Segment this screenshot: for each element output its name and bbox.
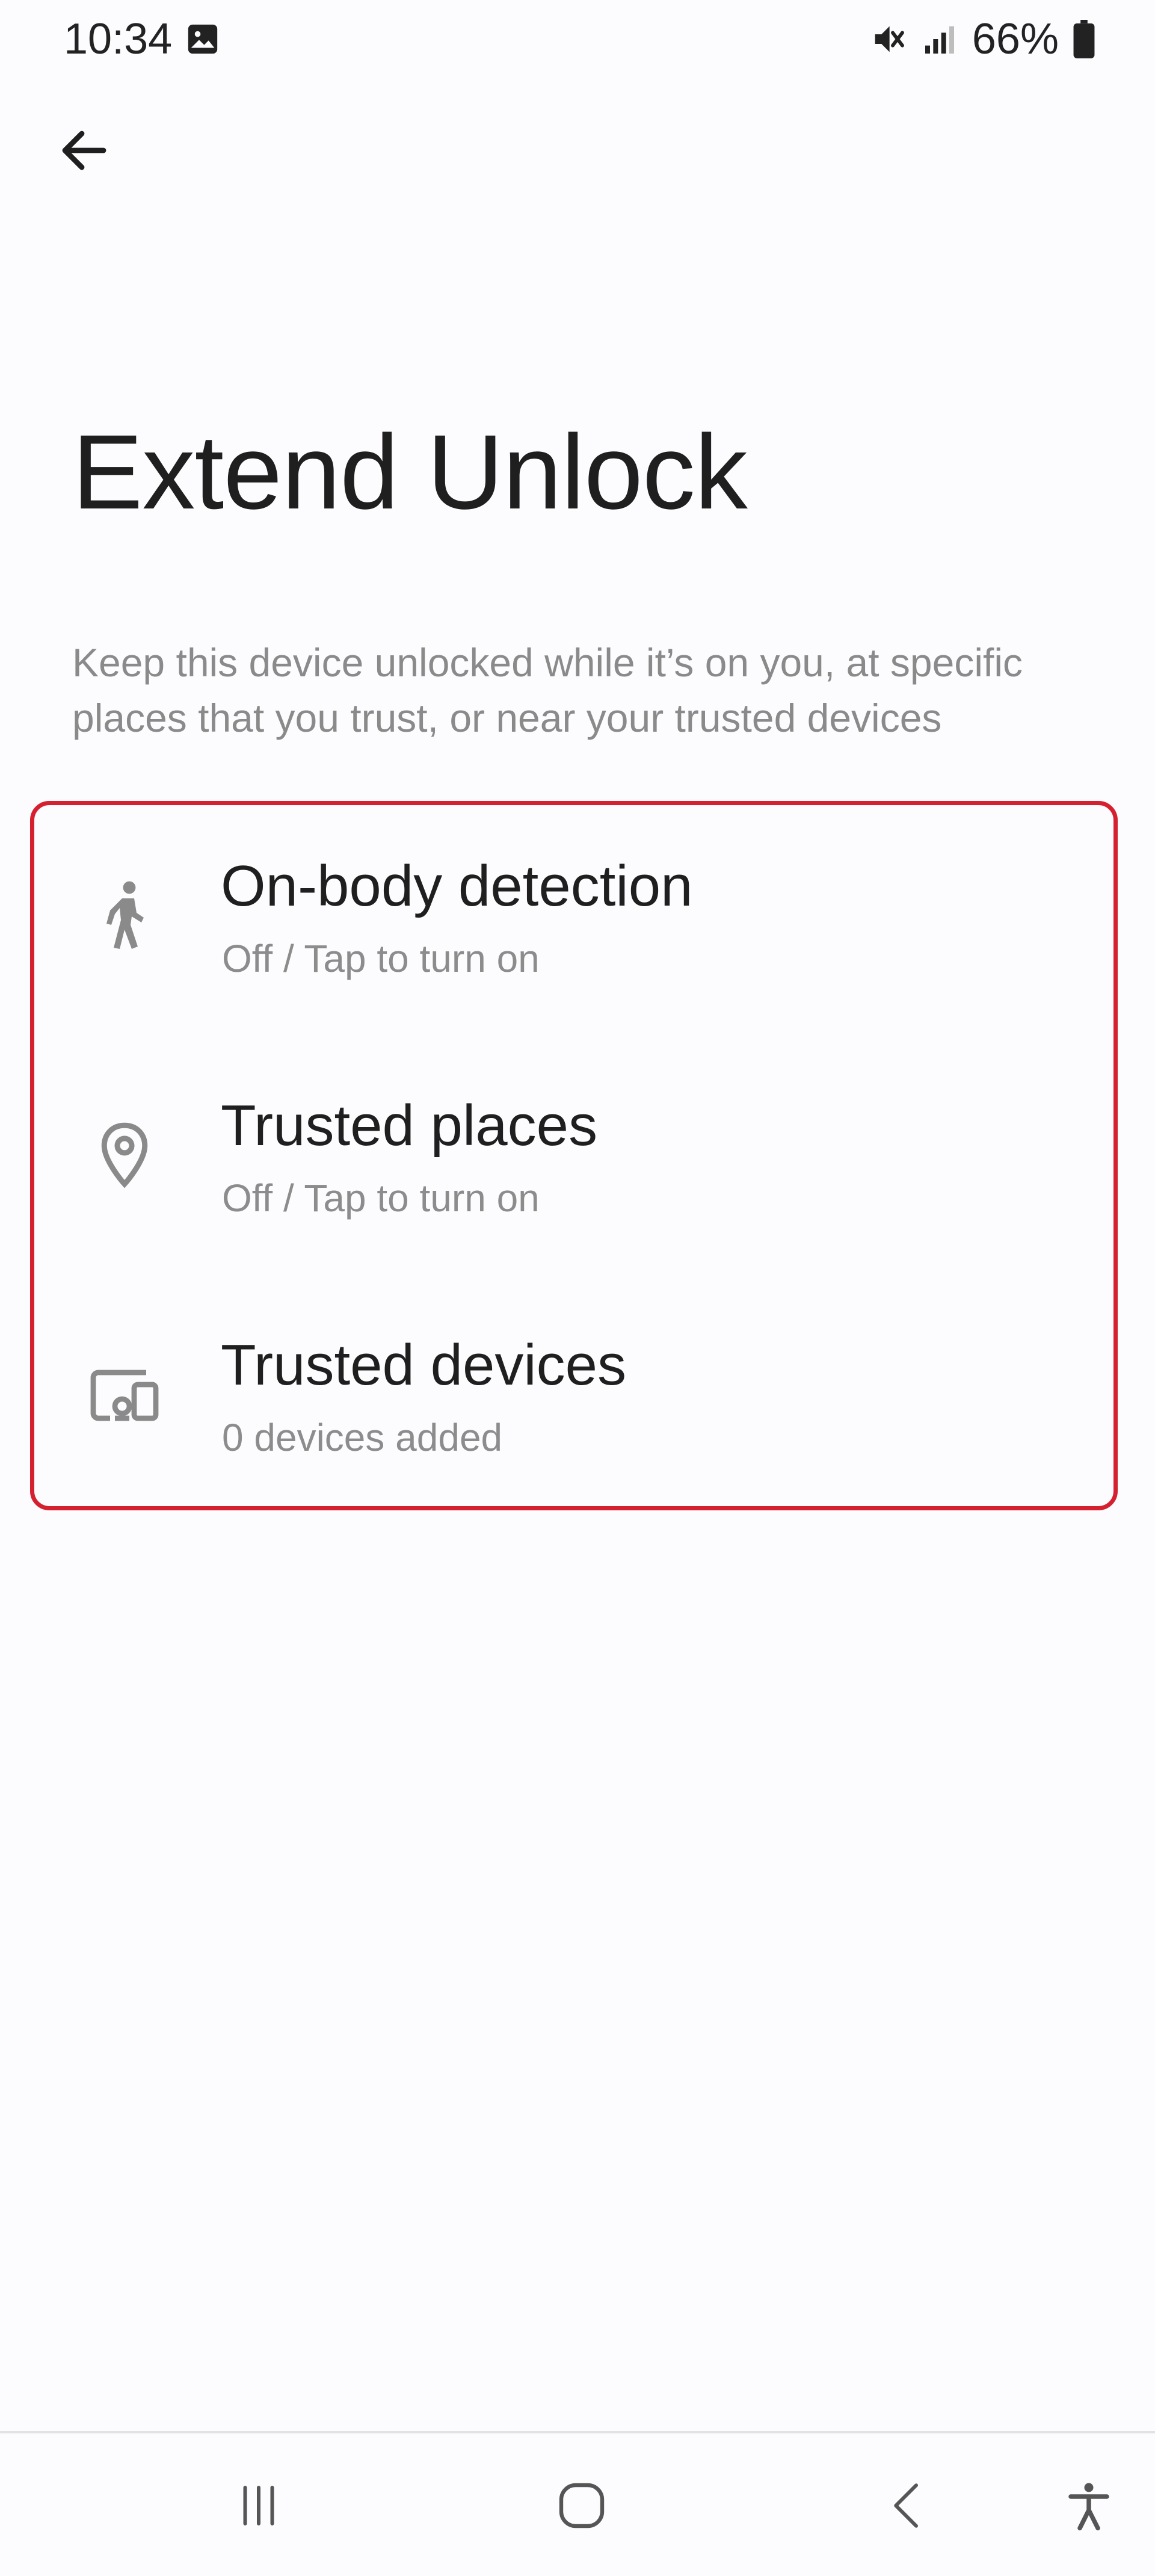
location-pin-icon xyxy=(88,1119,161,1191)
page-title: Extend Unlock xyxy=(72,413,748,531)
battery-percent: 66% xyxy=(972,15,1059,63)
nav-back-icon xyxy=(894,2483,918,2528)
nav-bar xyxy=(0,2433,1155,2576)
option-trusted-places[interactable]: Trusted places Off / Tap to turn on xyxy=(34,1045,1113,1279)
status-time: 10:34 xyxy=(64,15,173,63)
nav-back-button[interactable] xyxy=(853,2451,961,2560)
walking-person-icon xyxy=(88,879,161,951)
battery-icon xyxy=(1073,20,1095,58)
options-highlight-box: On-body detection Off / Tap to turn on T… xyxy=(30,801,1118,1510)
accessibility-icon xyxy=(1068,2483,1109,2531)
signal-bars-icon xyxy=(925,26,954,54)
option-title: Trusted devices xyxy=(221,1333,627,1397)
home-button[interactable] xyxy=(528,2451,636,2560)
arrow-back-icon xyxy=(62,131,106,170)
mute-icon xyxy=(875,26,904,52)
back-button[interactable] xyxy=(48,114,120,187)
status-right: 66% xyxy=(869,12,1096,66)
option-title: Trusted places xyxy=(221,1093,598,1158)
option-subtitle: Off / Tap to turn on xyxy=(222,1176,540,1220)
page-description: Keep this device unlocked while it’s on … xyxy=(72,640,1023,740)
option-subtitle: Off / Tap to turn on xyxy=(222,937,540,980)
devices-icon xyxy=(88,1358,161,1430)
option-trusted-devices[interactable]: Trusted devices 0 devices added xyxy=(34,1284,1113,1519)
gallery-image-icon xyxy=(188,24,218,54)
recent-apps-button[interactable] xyxy=(205,2451,313,2560)
option-subtitle: 0 devices added xyxy=(222,1416,503,1459)
status-bar: 10:34 66% xyxy=(0,0,1155,84)
recent-apps-icon xyxy=(243,2486,274,2525)
option-title: On-body detection xyxy=(221,854,693,918)
home-icon xyxy=(559,2483,605,2528)
accessibility-button[interactable] xyxy=(1035,2451,1143,2560)
option-on-body-detection[interactable]: On-body detection Off / Tap to turn on xyxy=(34,805,1113,1040)
screen: 10:34 66% Extend Unlock Keep this device… xyxy=(0,0,1155,2576)
